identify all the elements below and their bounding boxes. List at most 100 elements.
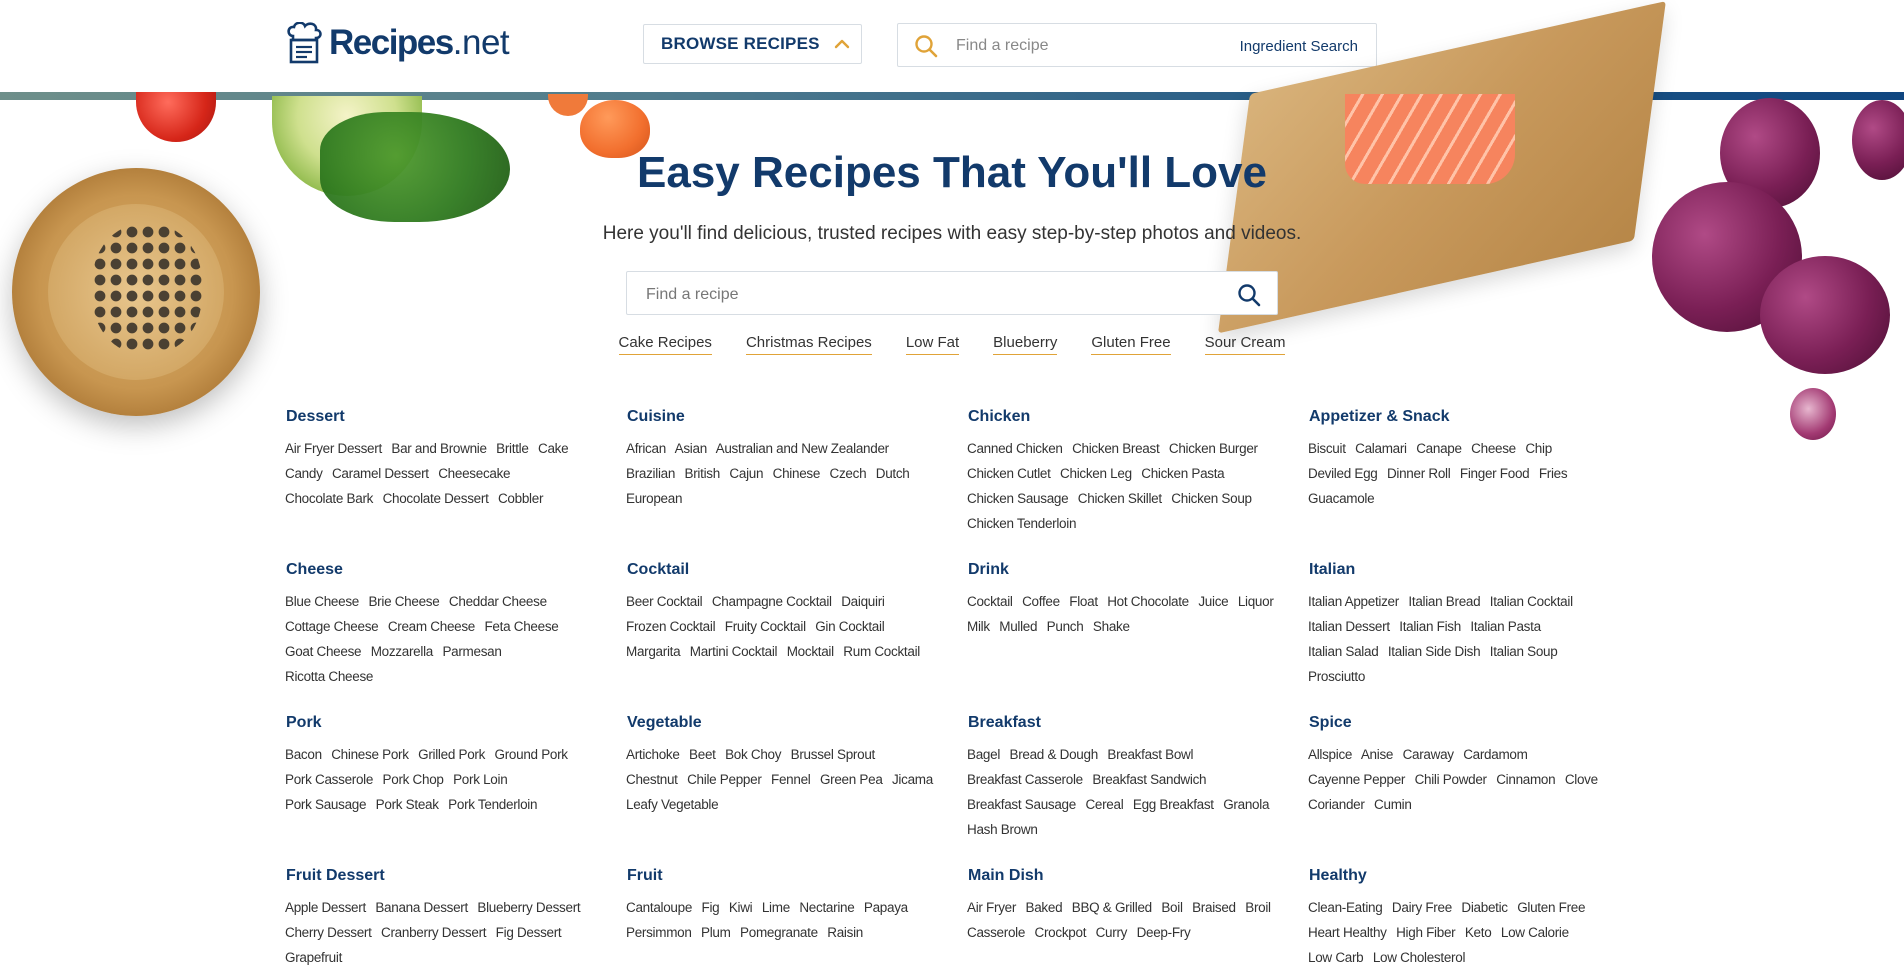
category-title[interactable]: Spice <box>1309 714 1624 732</box>
category-link[interactable]: Chicken Cutlet <box>967 466 1051 481</box>
category-link[interactable]: Ricotta Cheese <box>285 669 373 684</box>
category-link[interactable]: Beer Cocktail <box>626 594 703 609</box>
category-link[interactable]: Biscuit <box>1308 441 1346 456</box>
category-link[interactable]: Float <box>1069 594 1098 609</box>
category-link[interactable]: Clean-Eating <box>1308 900 1383 915</box>
category-link[interactable]: Cheesecake <box>438 466 510 481</box>
category-link[interactable]: Air Fryer <box>967 900 1016 915</box>
hero-search-input[interactable] <box>644 281 1208 309</box>
category-link[interactable]: Keto <box>1465 925 1492 940</box>
category-link[interactable]: Bar and Brownie <box>391 441 487 456</box>
search-icon[interactable] <box>914 34 938 58</box>
quick-link[interactable]: Sour Cream <box>1204 334 1286 355</box>
category-link[interactable]: Cranberry Dessert <box>381 925 486 940</box>
category-title[interactable]: Fruit Dessert <box>286 867 601 885</box>
category-link[interactable]: Braised <box>1192 900 1236 915</box>
category-link[interactable]: Hash Brown <box>967 822 1038 837</box>
category-link[interactable]: Clove <box>1565 772 1598 787</box>
category-link[interactable]: Low Cholesterol <box>1373 950 1466 965</box>
category-link[interactable]: Broil <box>1245 900 1271 915</box>
category-title[interactable]: Healthy <box>1309 867 1624 885</box>
category-link[interactable]: Italian Pasta <box>1470 619 1541 634</box>
category-link[interactable]: Chip <box>1525 441 1552 456</box>
category-link[interactable]: Chicken Sausage <box>967 491 1069 506</box>
category-link[interactable]: Beet <box>689 747 716 762</box>
category-link[interactable]: Gluten Free <box>1517 900 1585 915</box>
category-link[interactable]: Caramel Dessert <box>332 466 429 481</box>
category-link[interactable]: Diabetic <box>1461 900 1508 915</box>
category-link[interactable]: Air Fryer Dessert <box>285 441 382 456</box>
category-link[interactable]: Casserole <box>967 925 1025 940</box>
category-link[interactable]: Cake <box>538 441 569 456</box>
category-link[interactable]: Cheddar Cheese <box>449 594 547 609</box>
category-link[interactable]: Dutch <box>876 466 910 481</box>
category-link[interactable]: Liquor <box>1238 594 1274 609</box>
quick-link[interactable]: Gluten Free <box>1091 334 1171 355</box>
category-link[interactable]: Fruity Cocktail <box>725 619 806 634</box>
category-link[interactable]: Breakfast Sausage <box>967 797 1076 812</box>
category-link[interactable]: Chocolate Dessert <box>383 491 489 506</box>
category-link[interactable]: Chocolate Bark <box>285 491 373 506</box>
category-link[interactable]: Boil <box>1161 900 1183 915</box>
category-link[interactable]: Brussel Sprout <box>791 747 876 762</box>
category-link[interactable]: Grilled Pork <box>418 747 485 762</box>
category-link[interactable]: Czech <box>830 466 867 481</box>
category-title[interactable]: Pork <box>286 714 601 732</box>
category-link[interactable]: Daiquiri <box>841 594 885 609</box>
category-link[interactable]: Feta Cheese <box>484 619 558 634</box>
category-link[interactable]: Guacamole <box>1308 491 1375 506</box>
category-link[interactable]: Italian Appetizer <box>1308 594 1399 609</box>
category-link[interactable]: Cereal <box>1085 797 1123 812</box>
quick-link[interactable]: Christmas Recipes <box>745 334 872 355</box>
category-link[interactable]: Pork Steak <box>376 797 439 812</box>
category-link[interactable]: Bacon <box>285 747 322 762</box>
category-link[interactable]: Asian <box>675 441 708 456</box>
category-link[interactable]: Lime <box>762 900 790 915</box>
category-title[interactable]: Vegetable <box>627 714 942 732</box>
category-link[interactable]: Dinner Roll <box>1387 466 1451 481</box>
category-link[interactable]: Margarita <box>626 644 681 659</box>
category-link[interactable]: Gin Cocktail <box>815 619 884 634</box>
category-link[interactable]: Chinese Pork <box>331 747 409 762</box>
category-link[interactable]: Curry <box>1096 925 1128 940</box>
category-title[interactable]: Cheese <box>286 561 601 579</box>
category-link[interactable]: Italian Side Dish <box>1388 644 1481 659</box>
category-link[interactable]: Pork Loin <box>453 772 508 787</box>
category-link[interactable]: Blueberry Dessert <box>477 900 580 915</box>
search-icon[interactable] <box>1237 283 1261 307</box>
quick-link[interactable]: Cake Recipes <box>618 334 712 355</box>
category-link[interactable]: Pork Chop <box>383 772 444 787</box>
category-title[interactable]: Cocktail <box>627 561 942 579</box>
browse-recipes-button[interactable]: BROWSE RECIPES <box>643 24 862 64</box>
category-link[interactable]: European <box>626 491 682 506</box>
category-link[interactable]: Mocktail <box>787 644 834 659</box>
category-link[interactable]: Chicken Soup <box>1171 491 1252 506</box>
category-link[interactable]: Brie Cheese <box>368 594 439 609</box>
category-link[interactable]: Mulled <box>999 619 1037 634</box>
category-link[interactable]: Finger Food <box>1460 466 1530 481</box>
category-link[interactable]: Plum <box>701 925 731 940</box>
category-link[interactable]: Coriander <box>1308 797 1365 812</box>
category-link[interactable]: Apple Dessert <box>285 900 366 915</box>
category-link[interactable]: Italian Fish <box>1399 619 1461 634</box>
category-link[interactable]: Persimmon <box>626 925 692 940</box>
category-link[interactable]: Bok Choy <box>725 747 781 762</box>
category-link[interactable]: Breakfast Casserole <box>967 772 1083 787</box>
category-link[interactable]: Chicken Leg <box>1060 466 1132 481</box>
category-link[interactable]: Cheese <box>1471 441 1516 456</box>
quick-link[interactable]: Blueberry <box>993 334 1058 355</box>
site-logo[interactable]: Recipes.net <box>285 22 510 64</box>
category-link[interactable]: Coffee <box>1022 594 1060 609</box>
category-link[interactable]: Chinese <box>773 466 821 481</box>
category-link[interactable]: Milk <box>967 619 990 634</box>
category-link[interactable]: Italian Dessert <box>1308 619 1390 634</box>
category-link[interactable]: Banana Dessert <box>375 900 468 915</box>
category-link[interactable]: Frozen Cocktail <box>626 619 716 634</box>
category-link[interactable]: Italian Cocktail <box>1490 594 1573 609</box>
ingredient-search-link[interactable]: Ingredient Search <box>1240 38 1358 55</box>
category-link[interactable]: Bread & Dough <box>1009 747 1098 762</box>
category-link[interactable]: Rum Cocktail <box>843 644 920 659</box>
category-link[interactable]: Nectarine <box>799 900 854 915</box>
category-link[interactable]: Green Pea <box>820 772 883 787</box>
category-link[interactable]: Canape <box>1416 441 1462 456</box>
